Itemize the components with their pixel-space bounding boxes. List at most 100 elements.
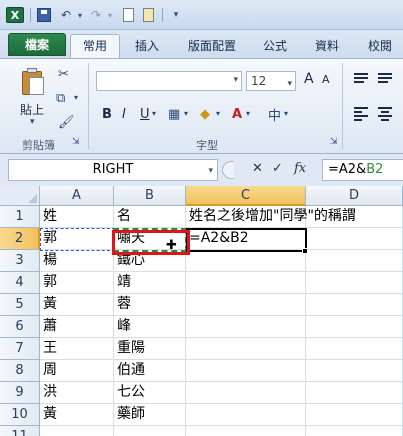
open-icon[interactable] xyxy=(140,7,156,23)
cell-d4[interactable] xyxy=(306,272,403,294)
column-header-c[interactable]: C xyxy=(186,186,306,206)
cell-b1[interactable]: 名 xyxy=(114,206,186,228)
cell-a11[interactable] xyxy=(40,426,114,436)
cell-c11[interactable] xyxy=(186,426,306,436)
cell-b6[interactable]: 峰 xyxy=(114,316,186,338)
row-header[interactable]: 7 xyxy=(0,338,40,360)
cell-d8[interactable] xyxy=(306,360,403,382)
cell-c4[interactable] xyxy=(186,272,306,294)
enter-icon[interactable]: ✓ xyxy=(272,161,283,176)
row-header[interactable]: 9 xyxy=(0,382,40,404)
copy-icon[interactable]: ⧉ xyxy=(56,91,65,106)
tab-insert[interactable]: 插入 xyxy=(124,35,170,58)
cell-a4[interactable]: 郭 xyxy=(40,272,114,294)
cell-b7[interactable]: 重陽 xyxy=(114,338,186,360)
paste-button[interactable]: 貼上 xyxy=(20,101,44,118)
customize-icon[interactable]: ▾ xyxy=(168,7,184,23)
dialog-launcher-icon[interactable]: ⇲ xyxy=(330,137,338,147)
cell-c1[interactable]: 姓名之後增加"同學"的稱謂 xyxy=(186,206,356,228)
formula-input[interactable]: =A2&B2 xyxy=(322,159,403,181)
cell-d5[interactable] xyxy=(306,294,403,316)
copy-dropdown-icon[interactable]: ▾ xyxy=(74,93,78,102)
cell-d7[interactable] xyxy=(306,338,403,360)
cell-a6[interactable]: 蕭 xyxy=(40,316,114,338)
format-painter-icon[interactable]: 🖌 xyxy=(58,115,75,130)
cut-icon[interactable]: ✂ xyxy=(58,67,69,82)
cell-b11[interactable] xyxy=(114,426,186,436)
bold-button[interactable]: B xyxy=(102,107,112,122)
excel-icon[interactable]: X xyxy=(6,7,24,23)
font-color-icon[interactable]: A xyxy=(232,107,242,122)
cell-d10[interactable] xyxy=(306,404,403,426)
cell-c9[interactable] xyxy=(186,382,306,404)
cell-d9[interactable] xyxy=(306,382,403,404)
cell-c3[interactable] xyxy=(186,250,306,272)
fill-handle[interactable] xyxy=(302,248,308,254)
spreadsheet-grid[interactable]: A B C D 1 姓名姓名之後增加"同學"的稱謂 2 郭嘯天 =A2&B2 3 楊鐵心 4 郭… xyxy=(0,186,403,436)
row-header[interactable]: 5 xyxy=(0,294,40,316)
font-size-select[interactable]: 12 ▾ xyxy=(246,71,296,91)
tab-data[interactable]: 資料 xyxy=(304,35,350,58)
paste-icon[interactable] xyxy=(20,67,46,97)
cell-b8[interactable]: 伯通 xyxy=(114,360,186,382)
cell-a1[interactable]: 姓 xyxy=(40,206,114,228)
row-header[interactable]: 3 xyxy=(0,250,40,272)
cell-c6[interactable] xyxy=(186,316,306,338)
row-header[interactable]: 8 xyxy=(0,360,40,382)
row-header[interactable]: 4 xyxy=(0,272,40,294)
chevron-down-icon[interactable]: ▾ xyxy=(184,109,188,118)
align-middle-icon[interactable] xyxy=(378,73,392,85)
column-header-b[interactable]: B xyxy=(114,186,186,206)
chevron-down-icon[interactable]: ▾ xyxy=(208,161,213,181)
chevron-down-icon[interactable]: ▾ xyxy=(284,109,288,118)
row-header[interactable]: 6 xyxy=(0,316,40,338)
dialog-launcher-icon[interactable]: ⇲ xyxy=(72,137,80,147)
cell-a5[interactable]: 黃 xyxy=(40,294,114,316)
chevron-down-icon[interactable]: ▾ xyxy=(152,109,156,118)
shrink-font-button[interactable]: A xyxy=(322,73,330,86)
cell-a10[interactable]: 黃 xyxy=(40,404,114,426)
paste-dropdown-icon[interactable]: ▾ xyxy=(30,117,35,127)
italic-button[interactable]: I xyxy=(122,107,126,122)
align-top-icon[interactable] xyxy=(354,73,368,85)
cell-b4[interactable]: 靖 xyxy=(114,272,186,294)
row-header[interactable]: 10 xyxy=(0,404,40,426)
insert-function-icon[interactable]: fx xyxy=(294,161,306,176)
row-header[interactable]: 1 xyxy=(0,206,40,228)
chevron-down-icon[interactable]: ▾ xyxy=(246,109,250,118)
grow-font-button[interactable]: A xyxy=(304,71,314,87)
select-all-button[interactable] xyxy=(0,186,40,206)
cell-c10[interactable] xyxy=(186,404,306,426)
column-header-d[interactable]: D xyxy=(306,186,403,206)
cell-a3[interactable]: 楊 xyxy=(40,250,114,272)
cell-c8[interactable] xyxy=(186,360,306,382)
borders-icon[interactable]: ▦ xyxy=(168,107,180,122)
row-header[interactable]: 11 xyxy=(0,426,40,436)
cell-c5[interactable] xyxy=(186,294,306,316)
tab-formulas[interactable]: 公式 xyxy=(252,35,298,58)
underline-button[interactable]: U xyxy=(140,107,150,122)
new-icon[interactable] xyxy=(120,7,136,23)
cell-a9[interactable]: 洪 xyxy=(40,382,114,404)
cell-b10[interactable]: 藥師 xyxy=(114,404,186,426)
fill-color-icon[interactable]: ◆ xyxy=(200,107,210,122)
tab-review[interactable]: 校閱 xyxy=(358,35,402,58)
align-left-icon[interactable] xyxy=(354,107,368,123)
name-box[interactable]: RIGHT ▾ xyxy=(8,159,218,181)
resize-grip[interactable] xyxy=(222,161,234,179)
row-header[interactable]: 2 xyxy=(0,228,40,250)
redo-dropdown-icon[interactable]: ▾ xyxy=(102,7,118,23)
save-icon[interactable] xyxy=(36,7,52,23)
cell-a7[interactable]: 王 xyxy=(40,338,114,360)
tab-page-layout[interactable]: 版面配置 xyxy=(178,35,246,58)
active-cell[interactable] xyxy=(186,228,307,252)
chevron-down-icon[interactable]: ▾ xyxy=(216,109,220,118)
cancel-icon[interactable]: ✕ xyxy=(252,161,263,176)
align-center-icon[interactable] xyxy=(378,107,392,123)
cell-b9[interactable]: 七公 xyxy=(114,382,186,404)
cell-d11[interactable] xyxy=(306,426,403,436)
phonetic-icon[interactable]: 中 xyxy=(268,105,281,124)
cell-d2[interactable] xyxy=(306,228,403,250)
font-name-select[interactable]: ▾ xyxy=(96,71,242,91)
cell-a8[interactable]: 周 xyxy=(40,360,114,382)
